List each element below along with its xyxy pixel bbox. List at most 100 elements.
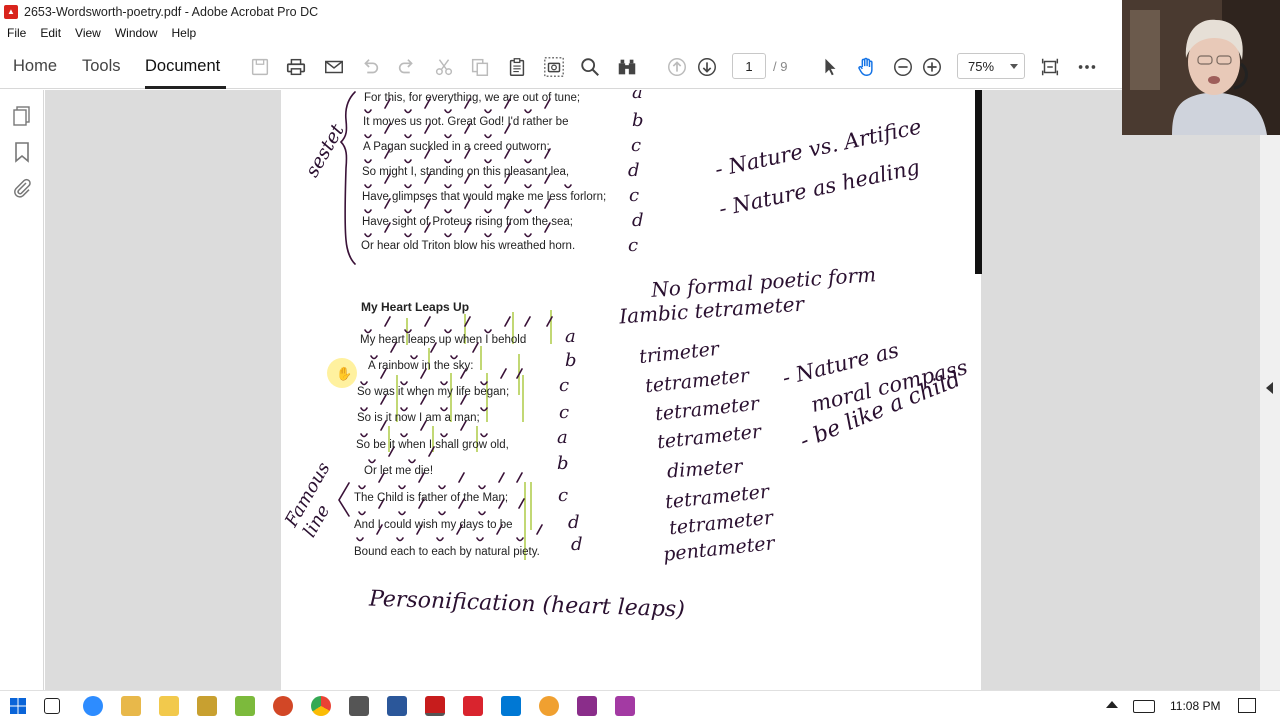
meter-annotation: tetrameter — [654, 392, 761, 426]
page-up-icon[interactable] — [665, 55, 689, 79]
media-app-2-icon[interactable] — [615, 696, 635, 716]
sonnet-line: So might I, standing on this pleasant le… — [362, 166, 570, 178]
rhyme-letter: c — [631, 135, 642, 156]
bookmarks-icon[interactable] — [10, 140, 34, 164]
poem-line: So is it now I am a man; — [357, 412, 480, 424]
zoom-level-value: 75% — [968, 58, 995, 74]
more-options-icon[interactable] — [1075, 55, 1099, 79]
rhyme-letter: c — [629, 185, 640, 206]
notepad-app-icon[interactable] — [235, 696, 255, 716]
poem-title: My Heart Leaps Up — [361, 300, 470, 314]
page-thumbnails-icon[interactable] — [10, 104, 34, 128]
sticky-notes-icon[interactable] — [121, 696, 141, 716]
word-icon[interactable] — [387, 696, 407, 716]
acrobat-app-icon: ▲ — [4, 4, 18, 19]
outlook-icon[interactable] — [501, 696, 521, 716]
folder-app-icon[interactable] — [197, 696, 217, 716]
sonnet-line: Have sight of Proteus rising from the se… — [362, 216, 573, 228]
expand-right-pane-icon[interactable] — [1266, 382, 1273, 394]
poem-line: My heart leaps up when I behold — [360, 334, 527, 346]
sonnet-line: It moves us not. Great God! I'd rather b… — [363, 116, 569, 128]
page-number-input[interactable]: 1 — [732, 53, 766, 79]
rhyme-letter: d — [571, 534, 583, 555]
zoom-out-icon[interactable] — [891, 55, 915, 79]
keyboard-icon[interactable] — [1133, 700, 1155, 713]
snapshot-icon[interactable] — [542, 55, 566, 79]
fit-page-icon[interactable] — [1038, 55, 1062, 79]
annotation-sestet: sestet — [301, 120, 349, 181]
chevron-down-icon — [1010, 64, 1018, 69]
quicken-icon[interactable] — [463, 696, 483, 716]
sonnet-line: A Pagan suckled in a creed outworn; — [363, 141, 550, 153]
rhyme-letter: b — [565, 350, 577, 371]
system-clock[interactable]: 11:08 PM — [1170, 699, 1220, 713]
calculator-icon[interactable] — [349, 696, 369, 716]
chevron-up-icon[interactable] — [1106, 701, 1118, 708]
annotation-personification: Personification (heart leaps) — [368, 586, 686, 623]
poem-line: Or let me die! — [364, 465, 434, 477]
page-down-icon[interactable] — [695, 55, 719, 79]
redo-icon[interactable] — [395, 55, 419, 79]
menu-bar: File Edit View Window Help — [0, 23, 1122, 43]
powerpoint-icon[interactable] — [273, 696, 293, 716]
acrobat-taskbar-icon[interactable] — [425, 696, 445, 716]
rhyme-letter: c — [559, 375, 570, 396]
zoom-app-icon[interactable] — [83, 696, 103, 716]
rhyme-letter: b — [557, 453, 569, 474]
right-pane-toggle[interactable] — [1260, 90, 1280, 690]
tab-home[interactable]: Home — [13, 57, 57, 76]
print-icon[interactable] — [284, 55, 308, 79]
tab-tools[interactable]: Tools — [82, 57, 121, 76]
page-total: / 9 — [773, 59, 788, 74]
windows-taskbar: 11:08 PM — [0, 690, 1280, 720]
cut-icon[interactable] — [432, 55, 456, 79]
chrome-icon[interactable] — [311, 696, 331, 716]
tab-document[interactable]: Document — [145, 57, 220, 76]
poem-line: A rainbow in the sky: — [368, 360, 474, 372]
annotation-iambic-tetrameter: Iambic tetrameter — [618, 291, 805, 329]
media-app-icon[interactable] — [577, 696, 597, 716]
meter-annotation: dimeter — [666, 455, 744, 483]
menu-window[interactable]: Window — [115, 26, 158, 40]
compare-icon[interactable] — [615, 55, 639, 79]
undo-icon[interactable] — [358, 55, 382, 79]
rhyme-letter: b — [632, 110, 644, 131]
active-tab-indicator — [145, 86, 226, 89]
rhyme-letter: a — [632, 90, 643, 103]
zoom-level-select[interactable]: 75% — [957, 53, 1025, 79]
main-toolbar: Home Tools Document 1 / 9 75% — [0, 43, 1122, 89]
rhyme-letter: d — [568, 512, 580, 533]
attachments-icon[interactable] — [10, 176, 34, 200]
title-bar: ▲ 2653-Wordsworth-poetry.pdf - Adobe Acr… — [0, 0, 1122, 23]
webcam-overlay — [1122, 0, 1280, 135]
menu-help[interactable]: Help — [172, 26, 197, 40]
rhyme-letter: c — [559, 402, 570, 423]
task-view-icon[interactable] — [44, 698, 60, 714]
paste-icon[interactable] — [505, 55, 529, 79]
sonnet-line: For this, for everything, we are out of … — [364, 92, 581, 104]
select-cursor-icon[interactable] — [818, 55, 842, 79]
menu-edit[interactable]: Edit — [40, 26, 61, 40]
search-icon[interactable] — [578, 55, 602, 79]
copy-icon[interactable] — [468, 55, 492, 79]
poem-line: And I could wish my days to be — [354, 519, 513, 531]
file-explorer-icon[interactable] — [159, 696, 179, 716]
meter-annotation: tetrameter — [656, 420, 763, 454]
app-icon[interactable] — [539, 696, 559, 716]
notifications-icon[interactable] — [1238, 698, 1256, 713]
presenter-video — [1122, 0, 1280, 135]
zoom-in-icon[interactable] — [920, 55, 944, 79]
email-icon[interactable] — [322, 55, 346, 79]
page-edge — [975, 90, 982, 274]
window-title: 2653-Wordsworth-poetry.pdf - Adobe Acrob… — [24, 4, 319, 19]
save-icon[interactable] — [248, 55, 272, 79]
hand-tool-icon[interactable] — [854, 55, 878, 79]
rhyme-letter: d — [628, 160, 640, 181]
meter-annotation: tetrameter — [644, 364, 751, 398]
menu-file[interactable]: File — [7, 26, 26, 40]
pdf-page[interactable]: For this, for everything, we are out of … — [281, 90, 981, 690]
rhyme-letter: c — [628, 235, 639, 256]
sonnet-line: Have glimpses that would make me less fo… — [362, 191, 607, 203]
menu-view[interactable]: View — [75, 26, 101, 40]
windows-start-icon[interactable] — [8, 696, 28, 716]
